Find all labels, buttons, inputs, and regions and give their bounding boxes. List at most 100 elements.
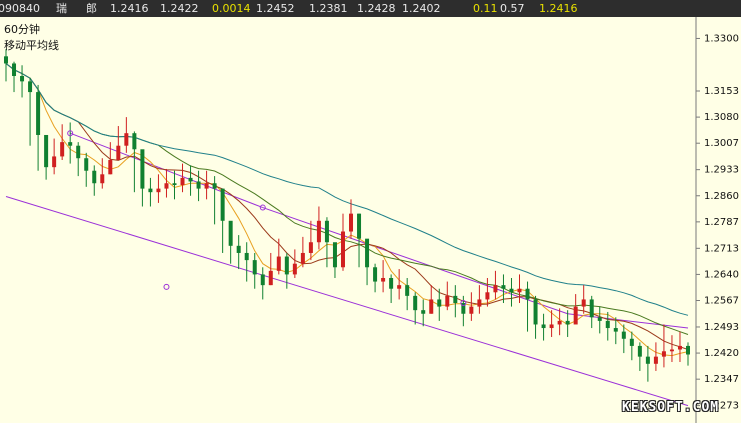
candle-body [308, 242, 313, 253]
symbol-name-part2: 郎 [86, 2, 97, 15]
price-tick-label: 1.3153 [704, 86, 739, 97]
candle-body [445, 295, 450, 307]
candle-body [373, 267, 378, 282]
candle-body [196, 181, 201, 189]
candle-body [565, 320, 570, 325]
price-tick-label: 1.2420 [704, 348, 739, 359]
candle-body [453, 295, 458, 304]
candle-body [661, 351, 666, 357]
candle-body [389, 277, 394, 289]
candle-body [509, 288, 514, 293]
candle-body [316, 220, 321, 243]
candle-body [517, 288, 522, 293]
candle-body [12, 63, 17, 76]
candle-body [164, 183, 169, 189]
candle-body [212, 183, 217, 189]
candle-body [677, 345, 682, 350]
candle-body [36, 92, 41, 135]
price-tick-label: 1.2933 [704, 165, 739, 176]
candle-body [4, 56, 8, 64]
candle-body [100, 174, 105, 184]
candle-body [349, 213, 354, 232]
candle-body [68, 142, 73, 146]
candle-body [501, 285, 506, 289]
candle-body [493, 285, 498, 293]
candle-body [397, 285, 402, 289]
low-price: 1.2381 [309, 2, 348, 15]
candle-body [92, 170, 97, 184]
candle-body [108, 160, 113, 175]
candle-body [276, 256, 281, 271]
candle-body [180, 177, 185, 186]
amplitude: 0.57 [500, 2, 525, 15]
value-1: 1.2428 [357, 2, 396, 15]
candle-body [645, 356, 650, 364]
candle-body [84, 158, 89, 171]
candle-body [28, 81, 33, 93]
price-tick-label: 1.2713 [704, 243, 739, 254]
channel-lower-line [5, 195, 689, 407]
candle-body [148, 188, 153, 193]
price-chart[interactable]: 1.3300 1.3153 1.3080 1.3007 1.2933 1.2860 1.27… [0, 17, 741, 423]
candle-body [413, 295, 418, 311]
candle-body [629, 338, 634, 346]
candle-body [573, 306, 578, 325]
price-tick-label: 1.2567 [704, 296, 739, 307]
candle-body [204, 183, 209, 189]
indicator-label: 移动平均线 [4, 39, 59, 52]
channel-upper-line [567, 313, 689, 329]
price-tick-label: 1.2347 [704, 374, 739, 385]
candle-body [60, 142, 65, 157]
candle-body [260, 274, 265, 286]
price-tick-label: 1.2860 [704, 191, 739, 202]
moving-average-line [5, 63, 689, 335]
candle-body [300, 252, 305, 264]
candle-body [525, 288, 530, 300]
price-tick-label: 1.3007 [704, 138, 739, 149]
pivot-marker [163, 283, 170, 290]
candle-body [613, 328, 618, 332]
candle-body [44, 134, 49, 168]
candle-body [581, 299, 586, 307]
candle-body [172, 183, 177, 186]
candle-body [20, 75, 25, 82]
candle-body [357, 213, 362, 239]
current-price: 1.2422 [160, 2, 199, 15]
price-tick-label: 1.2493 [704, 322, 739, 333]
last-price: 1.2416 [539, 2, 578, 15]
price-tick-label: 1.3080 [704, 112, 739, 123]
candle-body [429, 299, 434, 314]
price-tick-label: 1.3300 [704, 33, 739, 44]
candle-body [132, 133, 137, 150]
watermark: KEKSOFT.COM [622, 400, 720, 415]
change-percent: 0.11 [473, 2, 498, 15]
candle-body [332, 242, 337, 268]
price-tick-label: 1.2640 [704, 269, 739, 280]
candle-body [284, 256, 289, 275]
candle-body [124, 133, 129, 146]
symbol-name-part1: 瑞 [56, 2, 67, 15]
candle-body [686, 345, 690, 355]
candle-body [437, 299, 442, 307]
candle-body [421, 310, 426, 314]
candle-body [324, 220, 329, 243]
candle-body [533, 299, 538, 325]
chart-area[interactable]: 1.3300 1.3153 1.3080 1.3007 1.2933 1.2860 1.27… [0, 17, 741, 423]
candle-body [477, 299, 482, 307]
candle-body [485, 292, 490, 300]
change-value: 0.0014 [212, 2, 251, 15]
candle-body [469, 306, 474, 314]
quote-header: 090840 瑞 郎 1.2416 1.2422 0.0014 1.2452 1… [0, 0, 741, 17]
candle-body [52, 156, 57, 168]
candle-body [653, 356, 658, 364]
candle-body [220, 188, 225, 221]
candle-body [156, 188, 161, 193]
open-price: 1.2416 [110, 2, 149, 15]
symbol-code: 090840 [0, 2, 40, 15]
candle-body [405, 285, 410, 296]
moving-average-line [5, 63, 689, 316]
candle-body [621, 331, 626, 339]
candle-body [381, 277, 386, 282]
candle-body [589, 299, 594, 318]
candle-body [292, 263, 297, 275]
